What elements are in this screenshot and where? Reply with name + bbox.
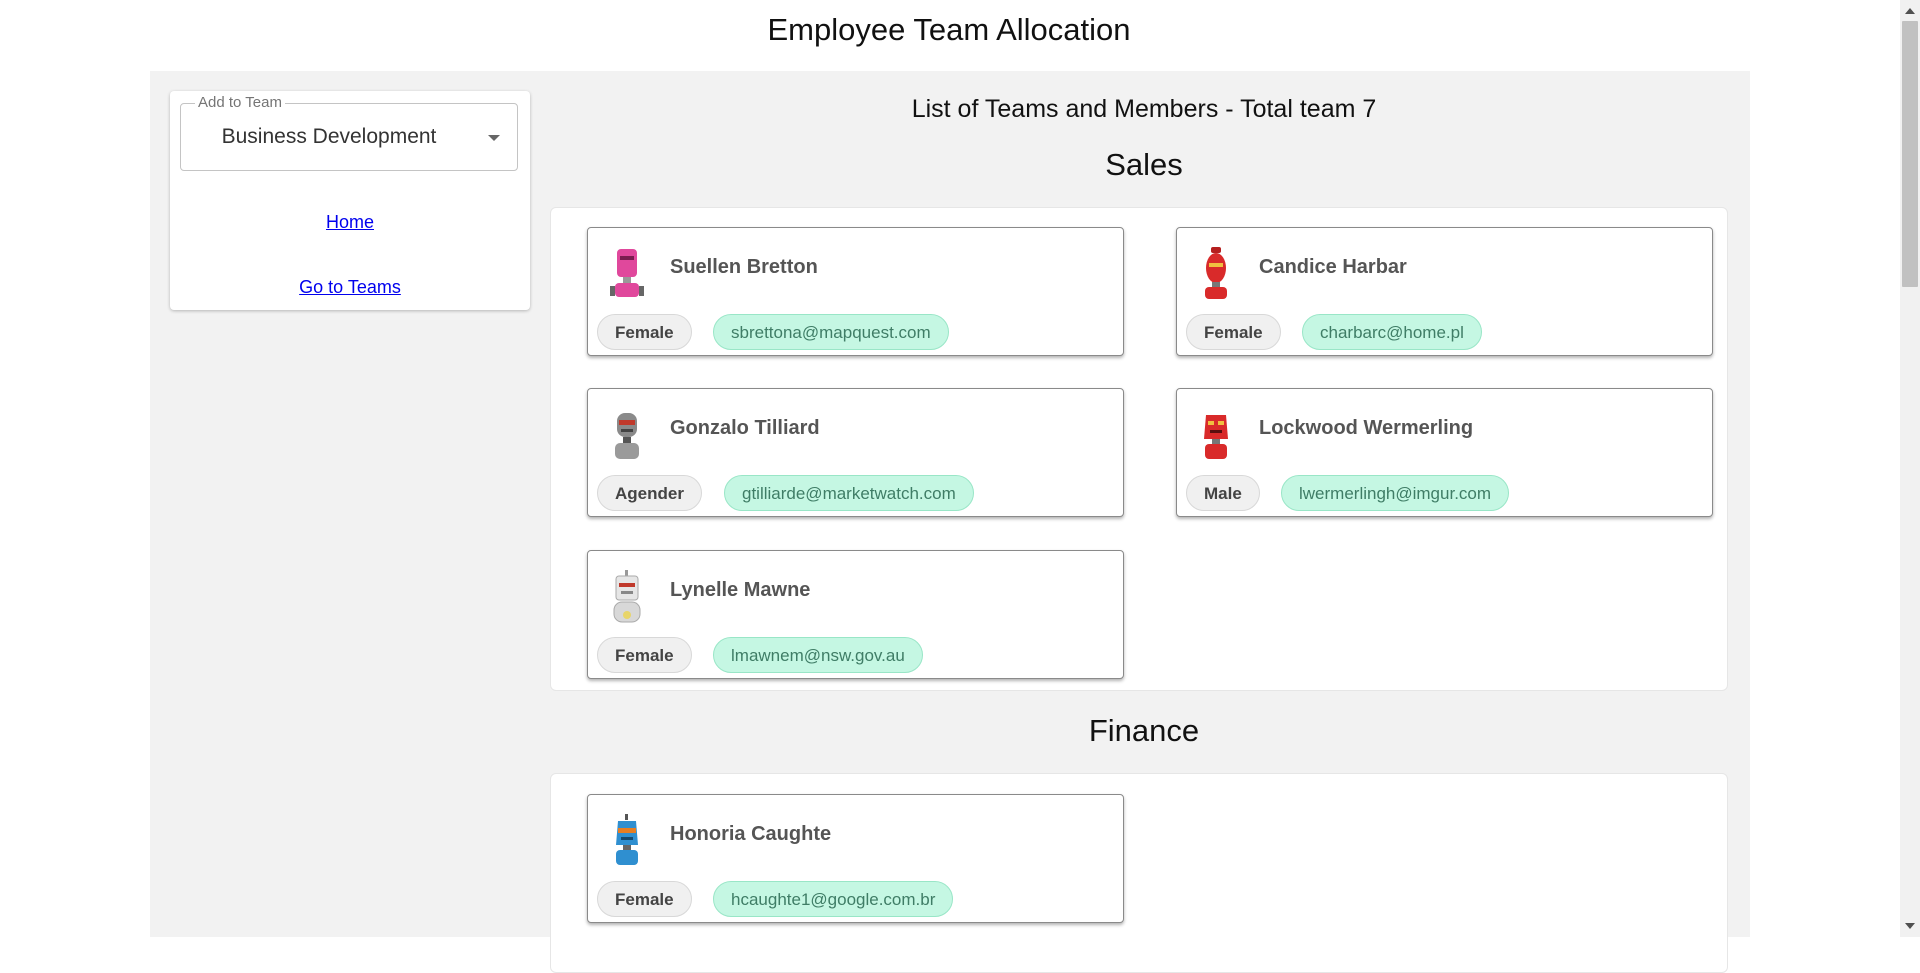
member-name: Suellen Bretton bbox=[670, 256, 818, 278]
member-name: Lynelle Mawne bbox=[670, 579, 811, 601]
add-to-team-value: Business Development bbox=[221, 125, 437, 148]
gender-chip: Female bbox=[597, 314, 692, 350]
member-name: Honoria Caughte bbox=[670, 823, 832, 845]
member-name: Lockwood Wermerling bbox=[1259, 417, 1474, 439]
add-to-team-label: Add to Team bbox=[195, 95, 285, 111]
email-chip: sbrettona@mapquest.com bbox=[713, 314, 949, 350]
home-link[interactable]: Home bbox=[170, 212, 530, 233]
email-chip: gtilliarde@marketwatch.com bbox=[724, 475, 974, 511]
email-chip: hcaughte1@google.com.br bbox=[713, 881, 954, 917]
email-chip: charbarc@home.pl bbox=[1302, 314, 1482, 350]
gender-chip: Female bbox=[597, 637, 692, 673]
teams-list-title: List of Teams and Members - Total team 7 bbox=[911, 95, 1377, 123]
team-box-sales: Suellen Bretton Female sbrettona@mapques… bbox=[550, 207, 1728, 691]
vertical-scrollbar[interactable] bbox=[1900, 0, 1920, 937]
scroll-thumb[interactable] bbox=[1902, 21, 1918, 287]
main-panel: Add to Team Business Development Home Go… bbox=[150, 71, 1750, 973]
robot-avatar-icon bbox=[613, 570, 641, 623]
add-to-team-select[interactable]: Add to Team Business Development bbox=[180, 95, 518, 171]
team-box-finance: Honoria Caughte Female hcaughte1@google.… bbox=[550, 773, 1728, 973]
gender-chip: Female bbox=[597, 881, 692, 917]
go-to-teams-link[interactable]: Go to Teams bbox=[170, 277, 530, 298]
team-name-sales: Sales bbox=[1105, 147, 1183, 182]
team-name-finance: Finance bbox=[1088, 713, 1200, 748]
member-name: Gonzalo Tilliard bbox=[670, 417, 820, 439]
robot-avatar-icon bbox=[1205, 247, 1227, 299]
email-chip: lmawnem@nsw.gov.au bbox=[713, 637, 923, 673]
sidebar-card: Add to Team Business Development Home Go… bbox=[170, 91, 530, 310]
robot-avatar-icon bbox=[1204, 415, 1228, 459]
gender-chip: Female bbox=[1186, 314, 1281, 350]
page-title: Employee Team Allocation bbox=[767, 12, 1131, 47]
member-card[interactable]: Lockwood Wermerling Male lwermerlingh@im… bbox=[1176, 388, 1713, 517]
member-card[interactable]: Lynelle Mawne Female lmawnem@nsw.gov.au bbox=[587, 550, 1124, 679]
chevron-down-icon[interactable] bbox=[488, 135, 500, 141]
member-card[interactable]: Honoria Caughte Female hcaughte1@google.… bbox=[587, 794, 1124, 923]
gender-chip: Male bbox=[1186, 475, 1260, 511]
email-chip: lwermerlingh@imgur.com bbox=[1281, 475, 1510, 511]
robot-avatar-icon bbox=[610, 249, 644, 297]
scroll-down-arrow-icon[interactable] bbox=[1905, 923, 1915, 929]
robot-avatar-icon bbox=[616, 814, 638, 865]
member-card[interactable]: Candice Harbar Female charbarc@home.pl bbox=[1176, 227, 1713, 356]
robot-avatar-icon bbox=[615, 413, 639, 459]
member-card[interactable]: Gonzalo Tilliard Agender gtilliarde@mark… bbox=[587, 388, 1124, 517]
member-name: Candice Harbar bbox=[1259, 256, 1407, 278]
member-card[interactable]: Suellen Bretton Female sbrettona@mapques… bbox=[587, 227, 1124, 356]
gender-chip: Agender bbox=[597, 475, 702, 511]
scroll-up-arrow-icon[interactable] bbox=[1905, 8, 1915, 14]
